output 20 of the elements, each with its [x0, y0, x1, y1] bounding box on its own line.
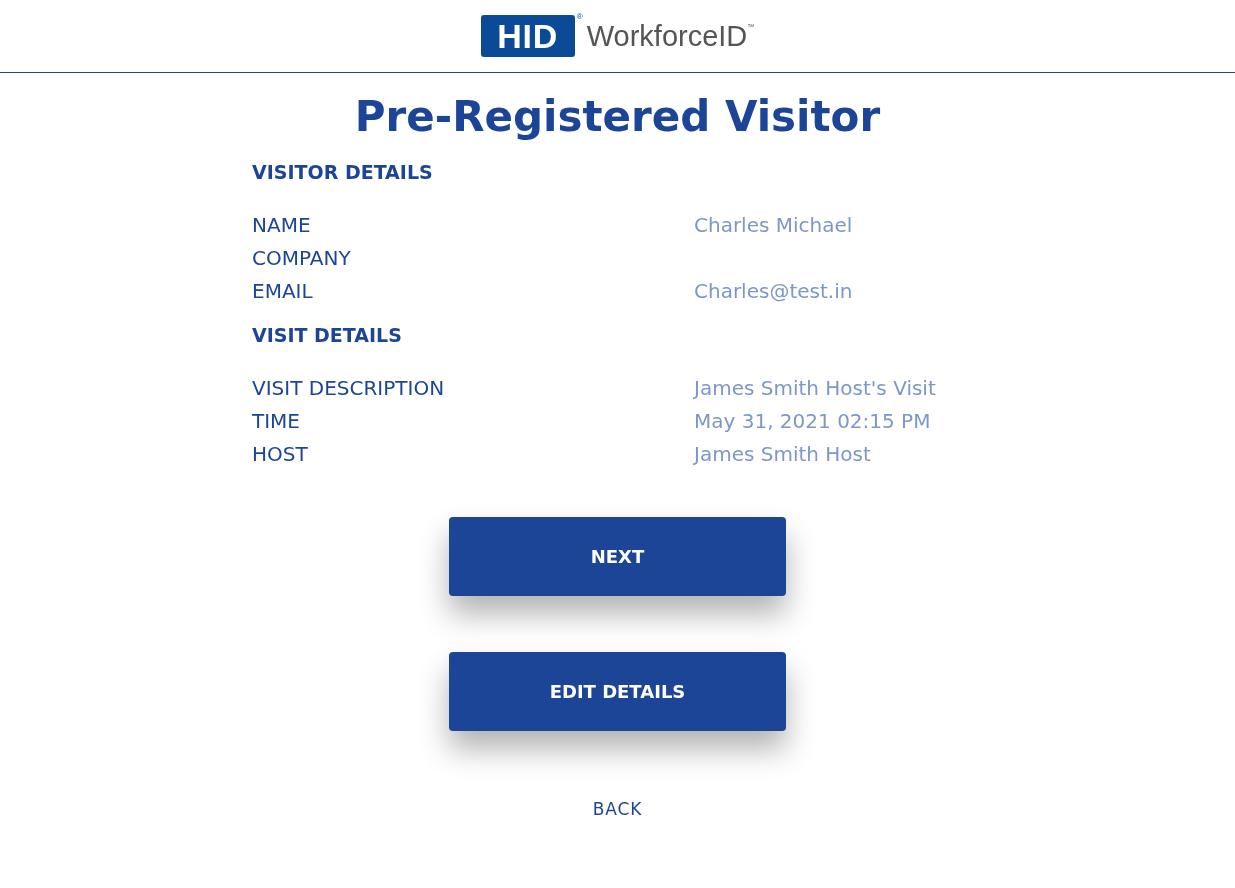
field-label: VISIT DESCRIPTION	[252, 375, 446, 402]
field-value: Charles Michael	[694, 211, 854, 239]
registered-mark: ®	[576, 11, 583, 23]
page-title: Pre-Registered Visitor	[353, 91, 882, 143]
action-button[interactable]: EDIT DETAILS	[449, 651, 786, 731]
logo-mark: HID	[497, 19, 559, 53]
back-link[interactable]: BACK	[592, 796, 643, 822]
field-label: EMAIL	[252, 277, 314, 305]
action-button[interactable]: NEXT	[449, 516, 786, 596]
field-value: James Smith Host	[694, 441, 872, 468]
product-name: WorkforceID	[586, 21, 748, 51]
field-value: May 31, 2021 02:15 PM	[694, 408, 932, 435]
field-label: HOST	[252, 441, 309, 468]
field-value: James Smith Host's Visit	[694, 375, 937, 402]
field-value: Charles@test.in	[694, 277, 854, 305]
field-label: COMPANY	[252, 244, 352, 272]
field-label: NAME	[252, 211, 312, 239]
field-label: TIME	[252, 408, 301, 435]
section-heading: VISITOR DETAILS	[252, 159, 434, 185]
section-heading: VISIT DETAILS	[252, 323, 403, 348]
